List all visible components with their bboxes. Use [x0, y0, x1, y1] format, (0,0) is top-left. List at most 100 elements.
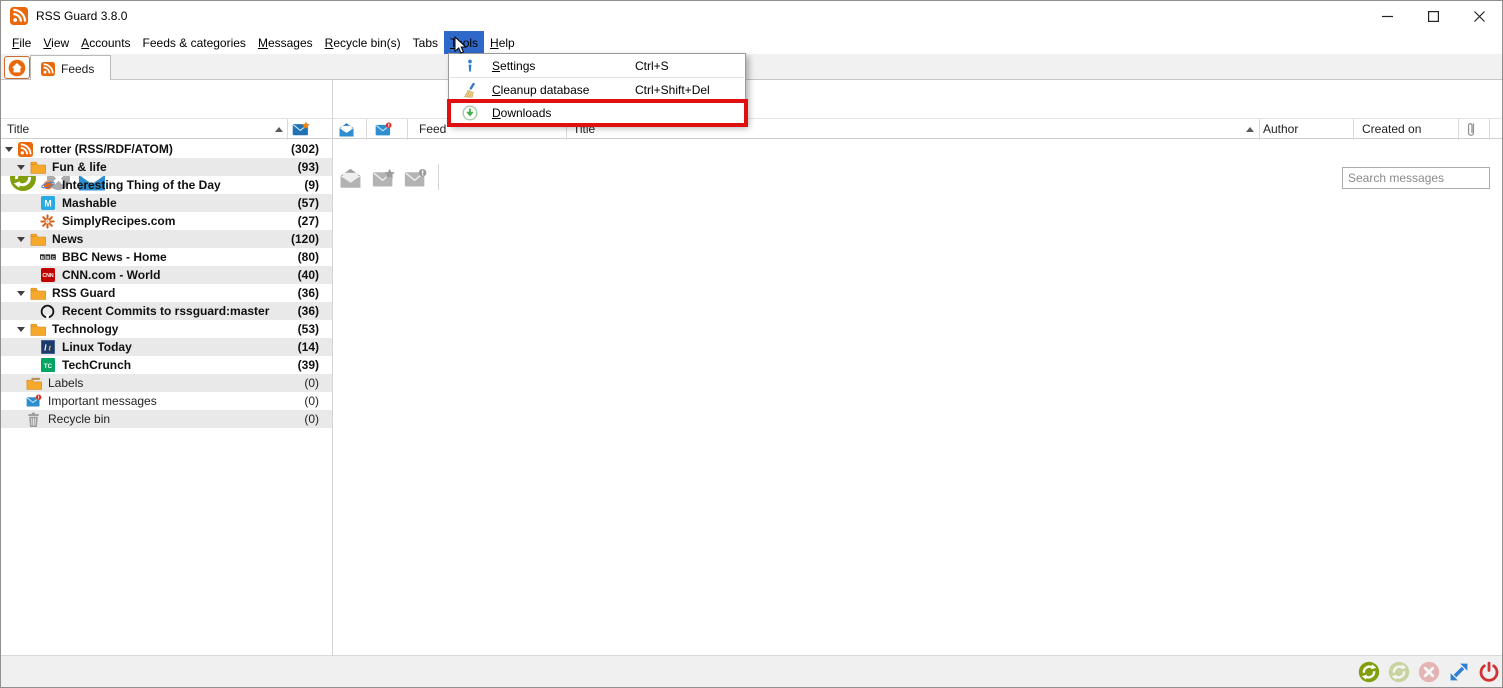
header-separator [1458, 119, 1459, 140]
menu-help[interactable]: Help [484, 31, 521, 54]
minimize-icon [1382, 11, 1393, 22]
messages-header-feed[interactable]: Feed [419, 122, 446, 136]
rss-app-icon [10, 7, 28, 25]
menu-accounts[interactable]: Accounts [75, 31, 136, 54]
tab-feeds-label: Feeds [61, 62, 94, 76]
minimize-button[interactable] [1364, 1, 1410, 31]
labels-folder-icon [25, 375, 42, 391]
expand-arrow-icon[interactable] [17, 165, 25, 170]
unread-count: (53) [298, 322, 332, 336]
mark-important-button-disabled[interactable] [404, 168, 427, 189]
read-column-icon[interactable] [338, 123, 355, 137]
feed-row[interactable]: SimplyRecipes.com (27) [1, 212, 332, 230]
feed-row-important[interactable]: Important messages (0) [1, 392, 332, 410]
simplyrecipes-icon [39, 213, 56, 229]
menu-tabs[interactable]: Tabs [407, 31, 444, 54]
menu-recycle-bins[interactable]: Recycle bin(s) [319, 31, 407, 54]
trash-icon [25, 411, 42, 427]
header-separator [1259, 119, 1260, 140]
feed-title: Recycle bin [48, 412, 110, 426]
unread-count: (36) [298, 304, 332, 318]
window-controls [1364, 1, 1502, 31]
statusbar-sync-button[interactable] [1358, 661, 1380, 683]
feed-title: Technology [52, 322, 118, 336]
expand-arrow-icon[interactable] [17, 327, 25, 332]
svg-text:B: B [40, 255, 43, 260]
important-mail-icon [25, 393, 42, 409]
feed-row[interactable]: M Mashable (57) [1, 194, 332, 212]
expand-arrow-icon[interactable] [5, 147, 13, 152]
unread-count: (0) [304, 376, 332, 390]
tab-feeds[interactable]: Feeds [30, 55, 111, 81]
statusbar-sync-disabled-button[interactable] [1388, 661, 1410, 683]
feed-row[interactable]: BBC BBC News - Home (80) [1, 248, 332, 266]
unread-count-column-icon[interactable] [292, 121, 310, 137]
feed-row[interactable]: CNN CNN.com - World (40) [1, 266, 332, 284]
menu-messages[interactable]: Messages [252, 31, 319, 54]
unread-count: (0) [304, 394, 332, 408]
feed-title: TechCrunch [62, 358, 131, 372]
folder-icon [29, 285, 46, 301]
menu-label-rest: elp [499, 36, 515, 50]
access-key: A [81, 36, 89, 50]
svg-text:CNN: CNN [42, 273, 54, 279]
feed-row-category[interactable]: News (120) [1, 230, 332, 248]
feed-row-recycle-bin[interactable]: Recycle bin (0) [1, 410, 332, 428]
feed-row[interactable]: Interesting Thing of the Day (9) [1, 176, 332, 194]
title-bar: RSS Guard 3.8.0 [1, 1, 1502, 31]
messages-header-created[interactable]: Created on [1362, 122, 1421, 136]
sort-ascending-icon [275, 127, 283, 132]
menu-feeds-categories[interactable]: Feeds & categories [137, 31, 252, 54]
mark-starred-button-disabled[interactable] [372, 168, 395, 189]
settings-icon [460, 58, 480, 73]
power-quit-button[interactable] [1478, 661, 1500, 683]
feeds-header-title[interactable]: Title [7, 122, 29, 136]
header-separator [366, 119, 367, 140]
menu-label-rest: ecycle bin(s) [333, 36, 400, 50]
feed-row[interactable]: lt Linux Today (14) [1, 338, 332, 356]
feed-row-account[interactable]: rotter (RSS/RDF/ATOM) (302) [1, 140, 332, 158]
close-button[interactable] [1456, 1, 1502, 31]
feed-row[interactable]: Recent Commits to rssguard:master (36) [1, 302, 332, 320]
home-tab-button[interactable] [4, 56, 30, 79]
panel-splitter[interactable] [332, 80, 333, 655]
folder-icon [29, 231, 46, 247]
statusbar-stop-disabled-button[interactable] [1418, 661, 1440, 683]
cnn-icon: CNN [39, 267, 56, 283]
header-separator [1353, 119, 1354, 140]
feed-title: RSS Guard [52, 286, 115, 300]
feed-title: Labels [48, 376, 83, 390]
messages-header-author[interactable]: Author [1263, 122, 1298, 136]
header-separator [407, 119, 408, 140]
menu-view[interactable]: View [37, 31, 75, 54]
feed-row-category[interactable]: Fun & life (93) [1, 158, 332, 176]
sort-ascending-icon [1246, 127, 1254, 132]
maximize-button[interactable] [1410, 1, 1456, 31]
mark-read-button-disabled[interactable] [339, 168, 362, 189]
rss-tab-icon [41, 62, 55, 76]
feed-row-labels[interactable]: Labels (0) [1, 374, 332, 392]
importance-column-icon[interactable] [375, 122, 392, 137]
menu-label: Feeds & categories [143, 36, 246, 50]
feed-row[interactable]: TC TechCrunch (39) [1, 356, 332, 374]
menu-file[interactable]: File [6, 31, 37, 54]
menu-bar: File View Accounts Feeds & categories Me… [1, 31, 1502, 54]
menu-item-cleanup-database[interactable]: Cleanup database Ctrl+Shift+Del [449, 78, 745, 101]
feed-row-category[interactable]: Technology (53) [1, 320, 332, 338]
planet-icon [39, 177, 56, 193]
bbc-icon: BBC [39, 249, 56, 265]
attachment-column-icon[interactable] [1465, 121, 1477, 138]
expand-arrow-icon[interactable] [17, 237, 25, 242]
access-key: C [492, 83, 501, 97]
unread-count: (93) [298, 160, 332, 174]
menu-shortcut: Ctrl+Shift+Del [635, 83, 710, 97]
search-input[interactable] [1342, 167, 1490, 189]
unread-count: (14) [298, 340, 332, 354]
linux-today-icon: lt [39, 339, 56, 355]
feed-title: News [52, 232, 83, 246]
feed-title: Interesting Thing of the Day [62, 178, 221, 192]
menu-item-settings[interactable]: Settings Ctrl+S [449, 54, 745, 77]
fullscreen-button[interactable] [1448, 661, 1470, 683]
expand-arrow-icon[interactable] [17, 291, 25, 296]
feed-row-category[interactable]: RSS Guard (36) [1, 284, 332, 302]
